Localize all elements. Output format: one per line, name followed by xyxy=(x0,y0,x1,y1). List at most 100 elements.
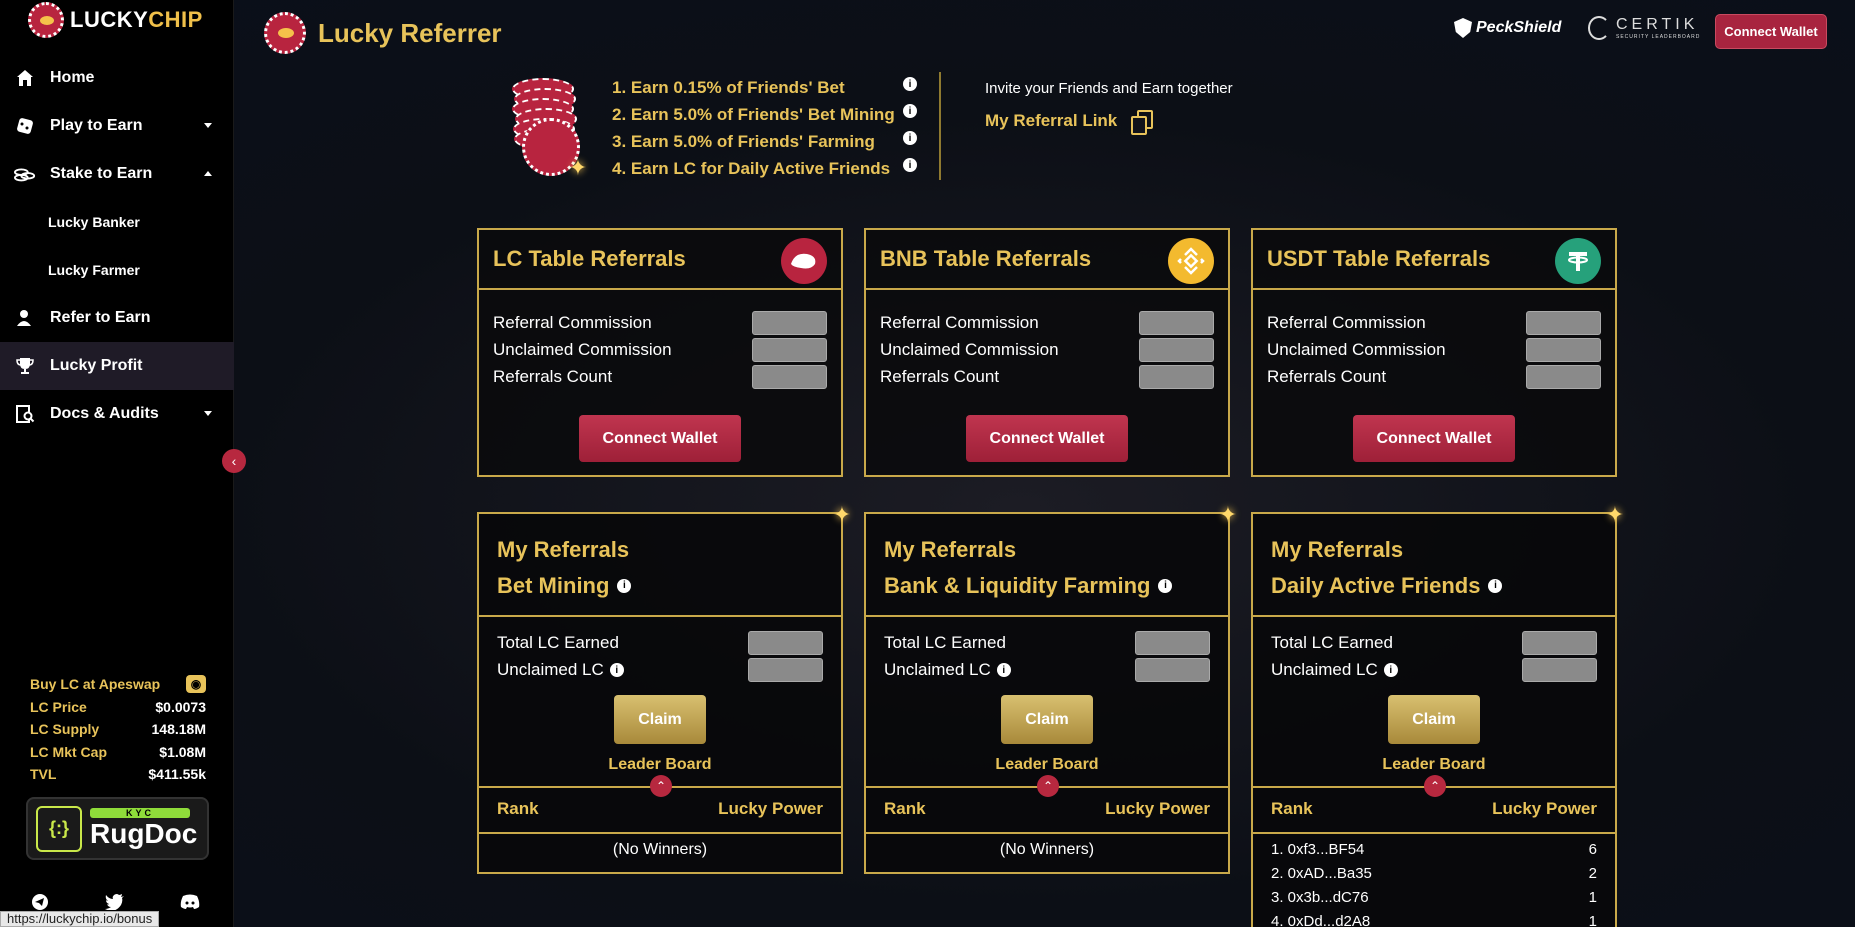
lc-token-icon xyxy=(781,238,827,284)
chip-logo-icon xyxy=(28,2,64,38)
metric-label-group: Unclaimed LC i xyxy=(884,660,1011,680)
card-title-text: Bank & Liquidity Farming xyxy=(884,573,1151,598)
leaderboard-row: 1. 0xf3...BF54 6 xyxy=(1271,841,1597,865)
leader-board-label: Leader Board xyxy=(1382,756,1486,773)
leader-board-toggle[interactable]: ⌃ xyxy=(1037,775,1059,797)
certik-audit-link[interactable]: CERTIK SECURITY LEADERBOARD xyxy=(1588,16,1700,40)
copy-icon[interactable] xyxy=(1131,110,1154,135)
rank-column-header: Rank xyxy=(884,799,926,818)
stat-row: LC Supply 148.18M xyxy=(30,718,206,741)
stat-value: $1.08M xyxy=(159,743,206,760)
header-connect-wallet-button[interactable]: Connect Wallet xyxy=(1715,14,1827,49)
info-icon[interactable]: i xyxy=(903,77,917,91)
sidebar-item-play-to-earn[interactable]: Play to Earn xyxy=(0,102,234,150)
leader-board-label: Leader Board xyxy=(995,756,1099,773)
card-title: LC Table Referrals xyxy=(493,246,686,271)
sidebar-item-label: Docs & Audits xyxy=(50,405,159,422)
metric-label: Unclaimed LC xyxy=(884,660,991,679)
info-icon[interactable]: i xyxy=(1488,579,1503,593)
info-icon[interactable]: i xyxy=(903,158,917,172)
certik-label: CERTIK xyxy=(1616,16,1699,33)
shield-icon xyxy=(1454,18,1472,38)
buy-lc-link[interactable]: Buy LC at Apeswap ◉ xyxy=(30,673,206,696)
leaderboard-rank: 4. 0xDd...d2A8 xyxy=(1271,913,1371,927)
sidebar-item-docs-audits[interactable]: Docs & Audits xyxy=(0,390,234,438)
daily-active-friends-referrals-card: My Referrals Daily Active Friends i Total… xyxy=(1251,512,1617,927)
app-logo[interactable]: LUCKYCHIP xyxy=(28,2,203,38)
leaderboard-header: Rank Lucky Power xyxy=(497,799,823,819)
telegram-icon[interactable] xyxy=(30,892,50,912)
claim-button[interactable]: Claim xyxy=(1388,695,1480,744)
leaderboard-rank: 3. 0x3b...dC76 xyxy=(1271,889,1369,906)
rugdoc-name: RugDoc xyxy=(90,817,198,849)
value-placeholder xyxy=(748,631,823,655)
rank-column-header: Rank xyxy=(1271,799,1313,818)
sidebar-item-stake-to-earn[interactable]: Stake to Earn xyxy=(0,150,234,198)
kyc-label: KYC xyxy=(90,807,190,818)
trophy-icon xyxy=(14,355,36,377)
info-icon[interactable]: i xyxy=(617,579,632,593)
earn-item: 1. Earn 0.15% of Friends' Bet xyxy=(612,77,845,97)
value-placeholder xyxy=(1135,658,1210,682)
connect-wallet-button[interactable]: Connect Wallet xyxy=(966,415,1128,462)
coins-icon xyxy=(14,163,36,185)
sidebar-nav: Home Play to Earn Stake to Earn Lucky Ba… xyxy=(0,54,234,438)
info-icon[interactable]: i xyxy=(903,131,917,145)
logo-text: LUCKYCHIP xyxy=(70,7,203,32)
connect-wallet-button[interactable]: Connect Wallet xyxy=(1353,415,1515,462)
info-icon[interactable]: i xyxy=(1158,579,1173,593)
metric-label: Unclaimed Commission xyxy=(880,340,1059,359)
leader-board-toggle[interactable]: ⌃ xyxy=(650,775,672,797)
stat-value: 148.18M xyxy=(151,721,206,738)
connect-wallet-button[interactable]: Connect Wallet xyxy=(579,415,741,462)
sidebar-item-lucky-profit[interactable]: Lucky Profit xyxy=(0,342,234,390)
lucky-power-column-header: Lucky Power xyxy=(718,799,823,818)
value-placeholder xyxy=(1522,658,1597,682)
discord-icon[interactable] xyxy=(180,892,200,912)
claim-button[interactable]: Claim xyxy=(614,695,706,744)
sidebar-item-label: Stake to Earn xyxy=(50,165,153,182)
value-placeholder xyxy=(1139,311,1214,335)
my-referral-link[interactable]: My Referral Link xyxy=(985,110,1154,135)
leader-board-toggle[interactable]: ⌃ xyxy=(1424,775,1446,797)
info-icon[interactable]: i xyxy=(609,663,624,677)
metric-label: Unclaimed Commission xyxy=(1267,340,1446,359)
usdt-token-icon xyxy=(1555,238,1601,284)
info-icon[interactable]: i xyxy=(1383,663,1398,677)
claim-button[interactable]: Claim xyxy=(1001,695,1093,744)
earn-benefits-list: 1. Earn 0.15% of Friends' Bet 2. Earn 5.… xyxy=(612,74,895,182)
sidebar-collapse-button[interactable]: ‹ xyxy=(222,449,246,473)
leaderboard-row: 2. 0xAD...Ba35 2 xyxy=(1271,865,1597,889)
stat-label: LC Supply xyxy=(30,721,100,738)
peckshield-audit-link[interactable]: PeckShield xyxy=(1454,18,1561,38)
value-placeholder xyxy=(1135,631,1210,655)
info-icon[interactable]: i xyxy=(996,663,1011,677)
metric-label: Total LC Earned xyxy=(497,633,619,652)
leaderboard-rank: 1. 0xf3...BF54 xyxy=(1271,841,1365,858)
card-title-line2: Bank & Liquidity Farming i xyxy=(884,568,1228,604)
sparkle-icon: ✦ xyxy=(568,155,588,180)
page-title-text: Lucky Referrer xyxy=(318,17,502,48)
sparkle-icon: ✦ xyxy=(1218,502,1238,527)
divider xyxy=(1253,832,1615,834)
card-title-line1: My Referrals xyxy=(884,537,1017,562)
stat-value: $411.55k xyxy=(148,766,206,783)
metric-label: Referrals Count xyxy=(493,367,613,386)
rugdoc-kyc-badge[interactable]: {:} KYC RugDoc xyxy=(26,797,209,860)
sidebar-item-refer-to-earn[interactable]: Refer to Earn xyxy=(0,294,234,342)
leaderboard-header: Rank Lucky Power xyxy=(884,799,1210,819)
lc-table-referrals-card: LC Table Referrals Referral Commission U… xyxy=(477,228,843,477)
card-title-line1: My Referrals xyxy=(1271,537,1404,562)
value-placeholder xyxy=(1139,365,1214,389)
sidebar-item-lucky-banker[interactable]: Lucky Banker xyxy=(0,198,234,246)
leaderboard-power: 1 xyxy=(1588,913,1597,927)
twitter-icon[interactable] xyxy=(105,892,125,912)
value-placeholder xyxy=(1139,338,1214,362)
sidebar-item-lucky-farmer[interactable]: Lucky Farmer xyxy=(0,246,234,294)
invite-text: Invite your Friends and Earn together xyxy=(985,80,1233,97)
leader-board-label: Leader Board xyxy=(608,756,712,773)
bnb-token-icon xyxy=(1168,238,1214,284)
info-icon[interactable]: i xyxy=(903,104,917,118)
sidebar-item-label: Play to Earn xyxy=(50,117,143,134)
sidebar-item-home[interactable]: Home xyxy=(0,54,234,102)
